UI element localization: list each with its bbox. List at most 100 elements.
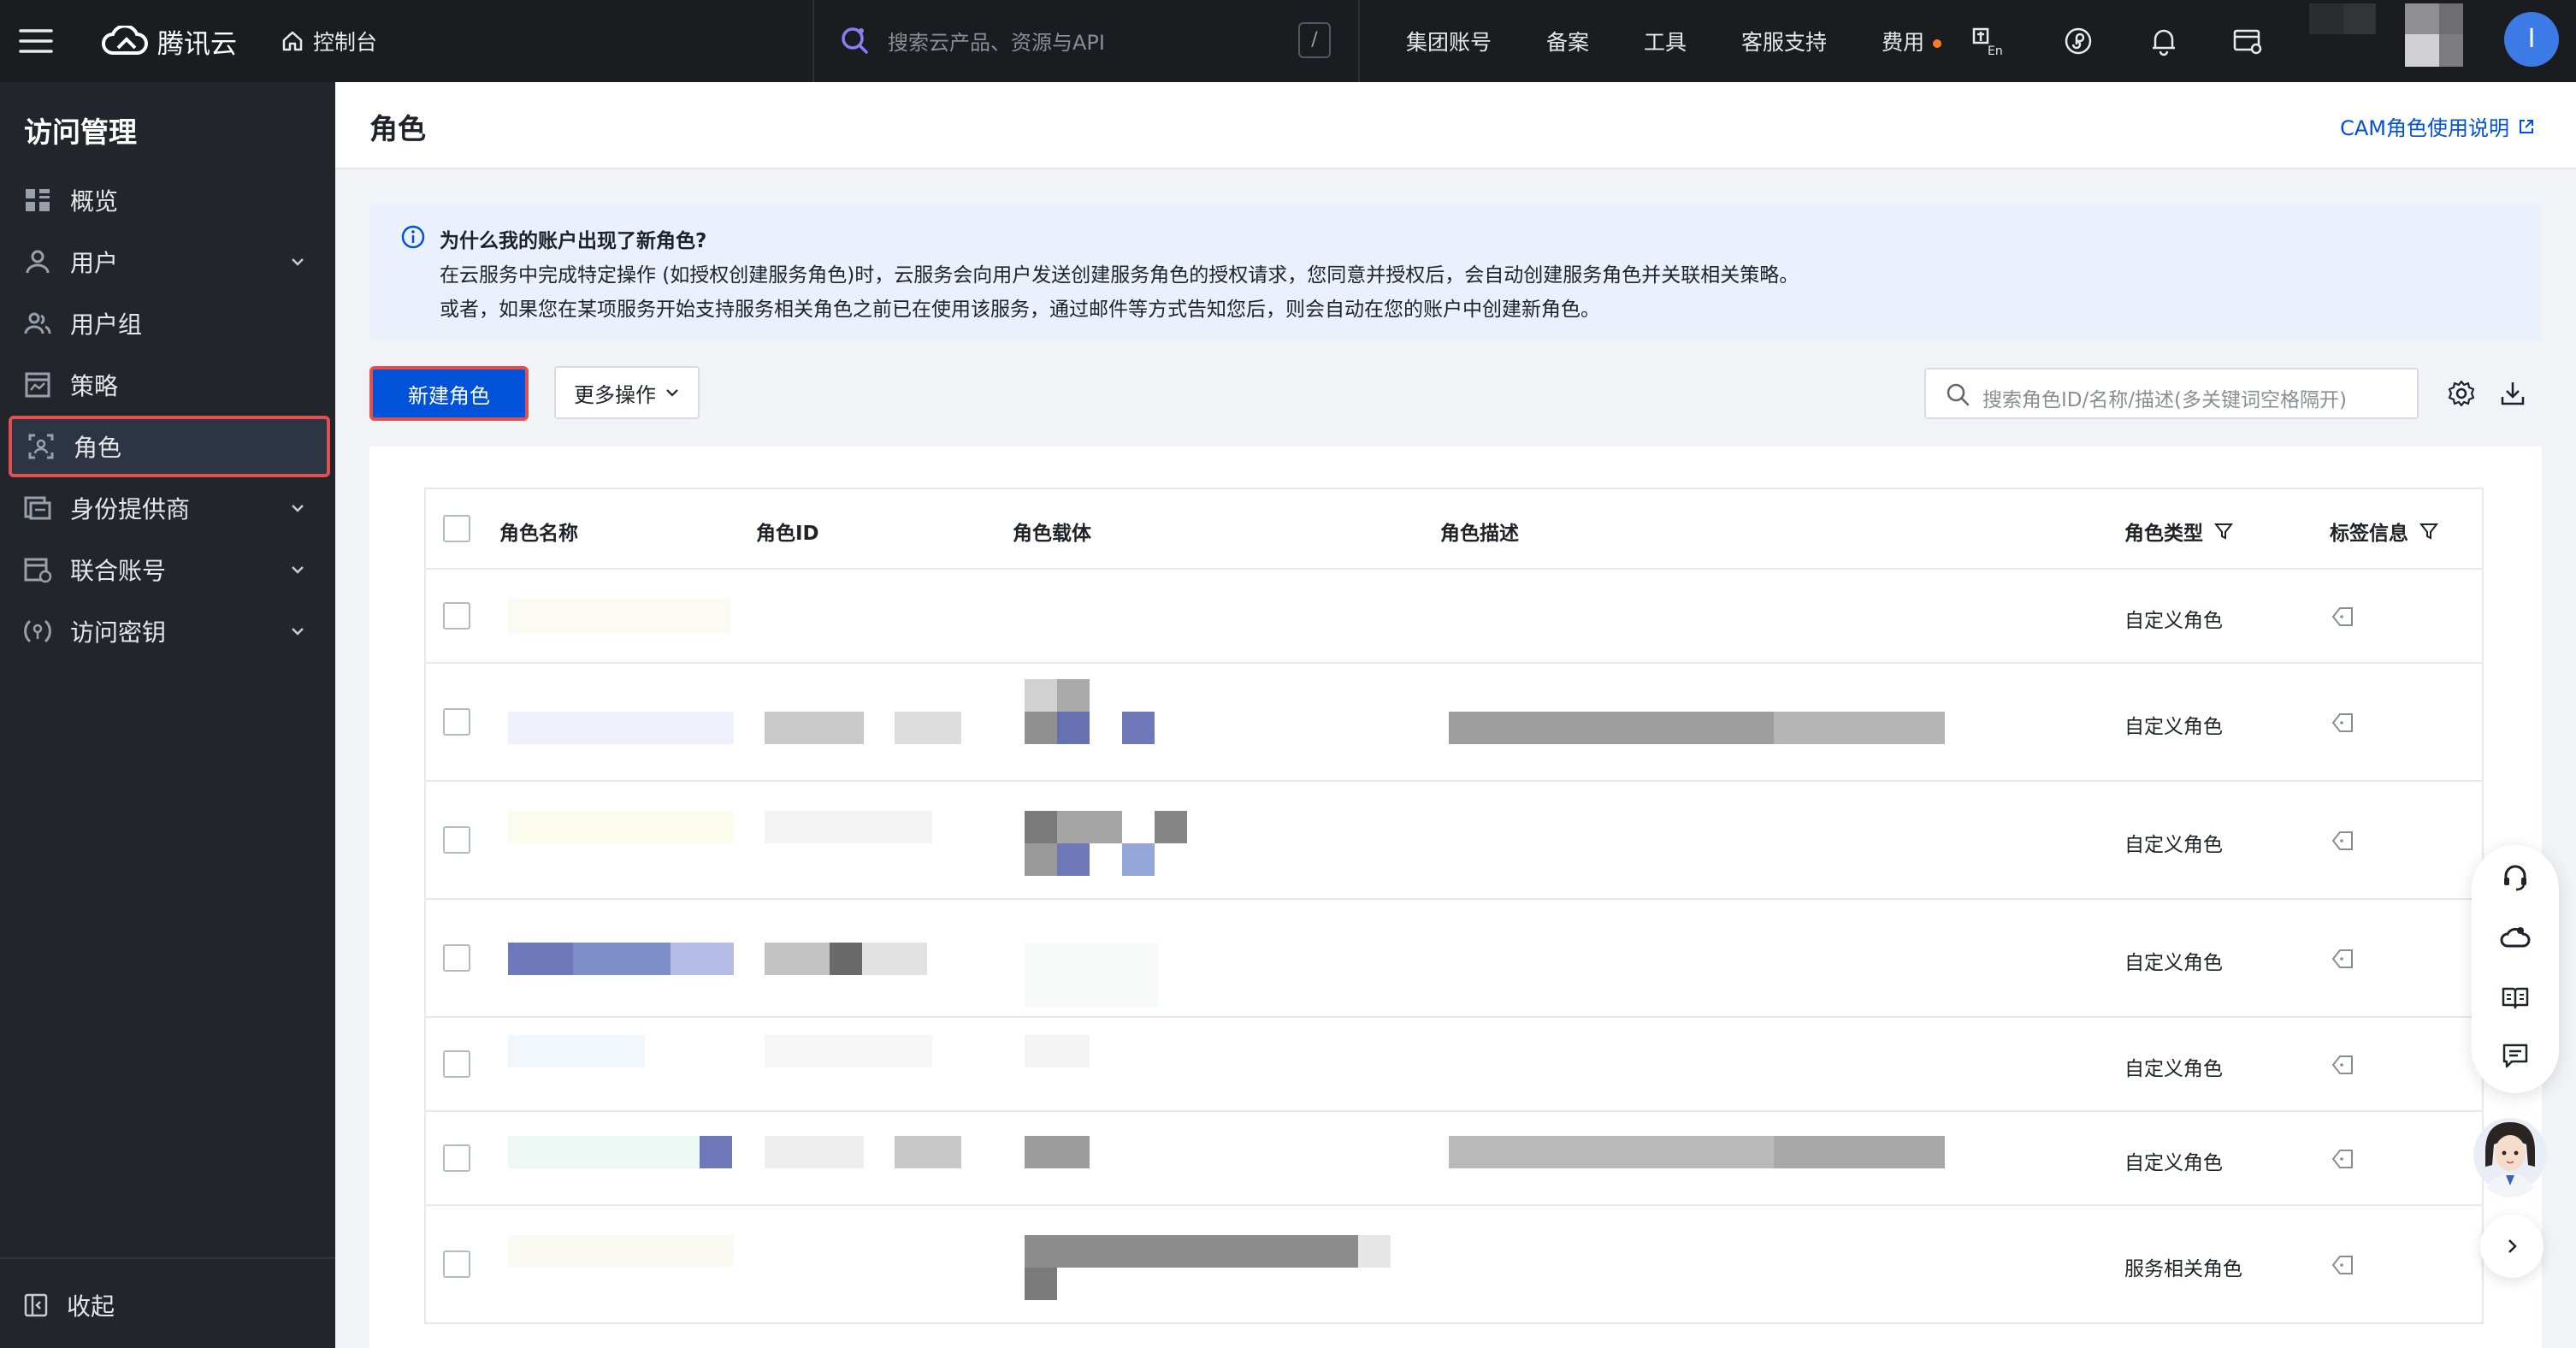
sidebar-item-access-keys[interactable]: 访问密钥: [9, 600, 330, 662]
documentation-icon[interactable]: [2500, 982, 2531, 1013]
console-link[interactable]: 控制台: [281, 21, 377, 62]
table-row[interactable]: 自定义角色: [426, 1018, 2482, 1112]
feedback-icon[interactable]: [2500, 1040, 2531, 1071]
tag-icon[interactable]: [2330, 1252, 2355, 1278]
sidebar-item-identity-providers[interactable]: 身份提供商: [9, 477, 330, 539]
role-search-input[interactable]: 搜索角色ID/名称/描述(多关键词空格隔开): [1924, 368, 2419, 419]
cloud-assistant-icon[interactable]: [2500, 922, 2531, 953]
nav-tools[interactable]: 工具: [1644, 26, 1687, 56]
language-switch-icon[interactable]: En: [1969, 22, 2006, 60]
sidebar-item-user-groups[interactable]: 用户组: [9, 293, 330, 354]
tag-icon[interactable]: [2330, 1146, 2355, 1172]
brand-name: 腾讯云: [157, 28, 237, 60]
brand-logo[interactable]: 腾讯云: [101, 21, 237, 62]
filter-icon[interactable]: [2213, 521, 2234, 541]
cam-role-doc-link[interactable]: CAM角色使用说明: [2340, 111, 2535, 141]
user-icon: [26, 250, 50, 274]
redacted-block: [1774, 1136, 1945, 1168]
table-header: 角色名称 角色ID 角色载体 角色描述 角色类型 标签信息: [426, 489, 2482, 570]
identity-provider-icon: [24, 496, 51, 520]
chevron-down-icon: [292, 628, 304, 636]
column-role-carrier[interactable]: 角色载体: [1013, 517, 1091, 546]
row-checkbox[interactable]: [443, 1250, 470, 1278]
sidebar-item-policies[interactable]: 策略: [9, 354, 330, 416]
role-search-placeholder: 搜索角色ID/名称/描述(多关键词空格隔开): [1982, 389, 2347, 411]
expand-panel-button[interactable]: [2480, 1215, 2544, 1278]
create-role-button[interactable]: 新建角色: [369, 366, 529, 421]
role-icon: [28, 434, 54, 459]
sidebar-item-users[interactable]: 用户: [9, 231, 330, 293]
row-checkbox[interactable]: [443, 708, 470, 736]
table-row[interactable]: 自定义角色: [426, 664, 2482, 782]
chevron-down-icon: [292, 258, 304, 266]
redacted-block: [1449, 1136, 1774, 1168]
mini-program-icon[interactable]: [2059, 22, 2097, 60]
tag-icon[interactable]: [2330, 604, 2355, 630]
sidebar-item-federated-accounts[interactable]: 联合账号: [9, 539, 330, 600]
home-icon: [282, 31, 303, 51]
redacted-block: [1025, 811, 1057, 843]
column-tags-label: 标签信息: [2330, 523, 2408, 545]
tag-icon[interactable]: [2330, 710, 2355, 736]
user-avatar[interactable]: I: [2504, 12, 2559, 67]
info-notice: 为什么我的账户出现了新角色? 在云服务中完成特定操作 (如授权创建服务角色)时，…: [369, 204, 2542, 340]
row-checkbox[interactable]: [443, 602, 470, 630]
download-icon[interactable]: [2497, 378, 2528, 409]
overview-icon: [26, 189, 50, 211]
row-checkbox[interactable]: [443, 826, 470, 854]
nav-support[interactable]: 客服支持: [1741, 26, 1827, 56]
redacted-block: [1122, 843, 1155, 876]
orders-icon[interactable]: [2229, 22, 2266, 60]
table-row[interactable]: 自定义角色: [426, 570, 2482, 664]
console-label: 控制台: [313, 30, 378, 55]
global-search[interactable]: 搜索云产品、资源与API /: [812, 0, 1360, 82]
chevron-down-icon: [292, 566, 304, 574]
customer-service-icon[interactable]: [2500, 862, 2531, 893]
sidebar-item-label: 联合账号: [70, 557, 167, 585]
table-row[interactable]: 服务相关角色: [426, 1206, 2482, 1324]
tag-icon[interactable]: [2330, 1052, 2355, 1078]
ai-assistant-avatar[interactable]: [2473, 1112, 2547, 1197]
column-tags[interactable]: 标签信息: [2330, 517, 2439, 546]
row-checkbox[interactable]: [443, 1144, 470, 1172]
user-group-icon: [24, 312, 51, 334]
toolbar: 新建角色 更多操作 搜索角色ID/名称/描述(多关键词空格隔开): [369, 366, 2542, 421]
bell-icon[interactable]: [2145, 22, 2183, 60]
column-role-name[interactable]: 角色名称: [499, 517, 578, 546]
redacted-block: [765, 943, 830, 975]
sidebar-item-roles[interactable]: 角色: [9, 416, 330, 477]
redacted-block: [700, 1136, 732, 1168]
tag-icon[interactable]: [2330, 946, 2355, 972]
external-link-icon: [2520, 119, 2533, 133]
more-actions-label: 更多操作: [574, 382, 656, 407]
redacted-block: [2309, 3, 2343, 34]
redacted-block: [830, 943, 862, 975]
account-name-redacted[interactable]: [2309, 0, 2463, 72]
sidebar-item-overview[interactable]: 概览: [9, 169, 330, 231]
tag-icon[interactable]: [2330, 828, 2355, 854]
filter-icon[interactable]: [2419, 521, 2439, 541]
sidebar-item-label: 策略: [70, 372, 119, 400]
menu-icon[interactable]: [19, 24, 53, 58]
redacted-block: [508, 811, 734, 843]
row-checkbox[interactable]: [443, 1050, 470, 1078]
column-role-type[interactable]: 角色类型: [2124, 517, 2234, 546]
nav-group-account[interactable]: 集团账号: [1406, 26, 1492, 56]
nav-icp-filing[interactable]: 备案: [1546, 26, 1589, 56]
sidebar-collapse-button[interactable]: 收起: [22, 1288, 115, 1322]
role-type-cell: 自定义角色: [2124, 610, 2223, 632]
nav-billing[interactable]: 费用: [1882, 26, 1942, 56]
column-role-id[interactable]: 角色ID: [756, 517, 819, 546]
table-row[interactable]: 自定义角色: [426, 782, 2482, 900]
billing-notice-dot: [1933, 39, 1942, 48]
select-all-checkbox[interactable]: [443, 515, 470, 542]
table-row[interactable]: 自定义角色: [426, 1112, 2482, 1206]
row-checkbox[interactable]: [443, 944, 470, 972]
more-actions-dropdown[interactable]: 更多操作: [554, 366, 700, 419]
sidebar-divider: [0, 1257, 335, 1259]
table-row[interactable]: 自定义角色: [426, 900, 2482, 1018]
column-role-description[interactable]: 角色描述: [1440, 517, 1519, 546]
settings-gear-icon[interactable]: [2446, 378, 2477, 409]
redacted-block: [1025, 712, 1057, 744]
redacted-block: [1774, 712, 1945, 744]
